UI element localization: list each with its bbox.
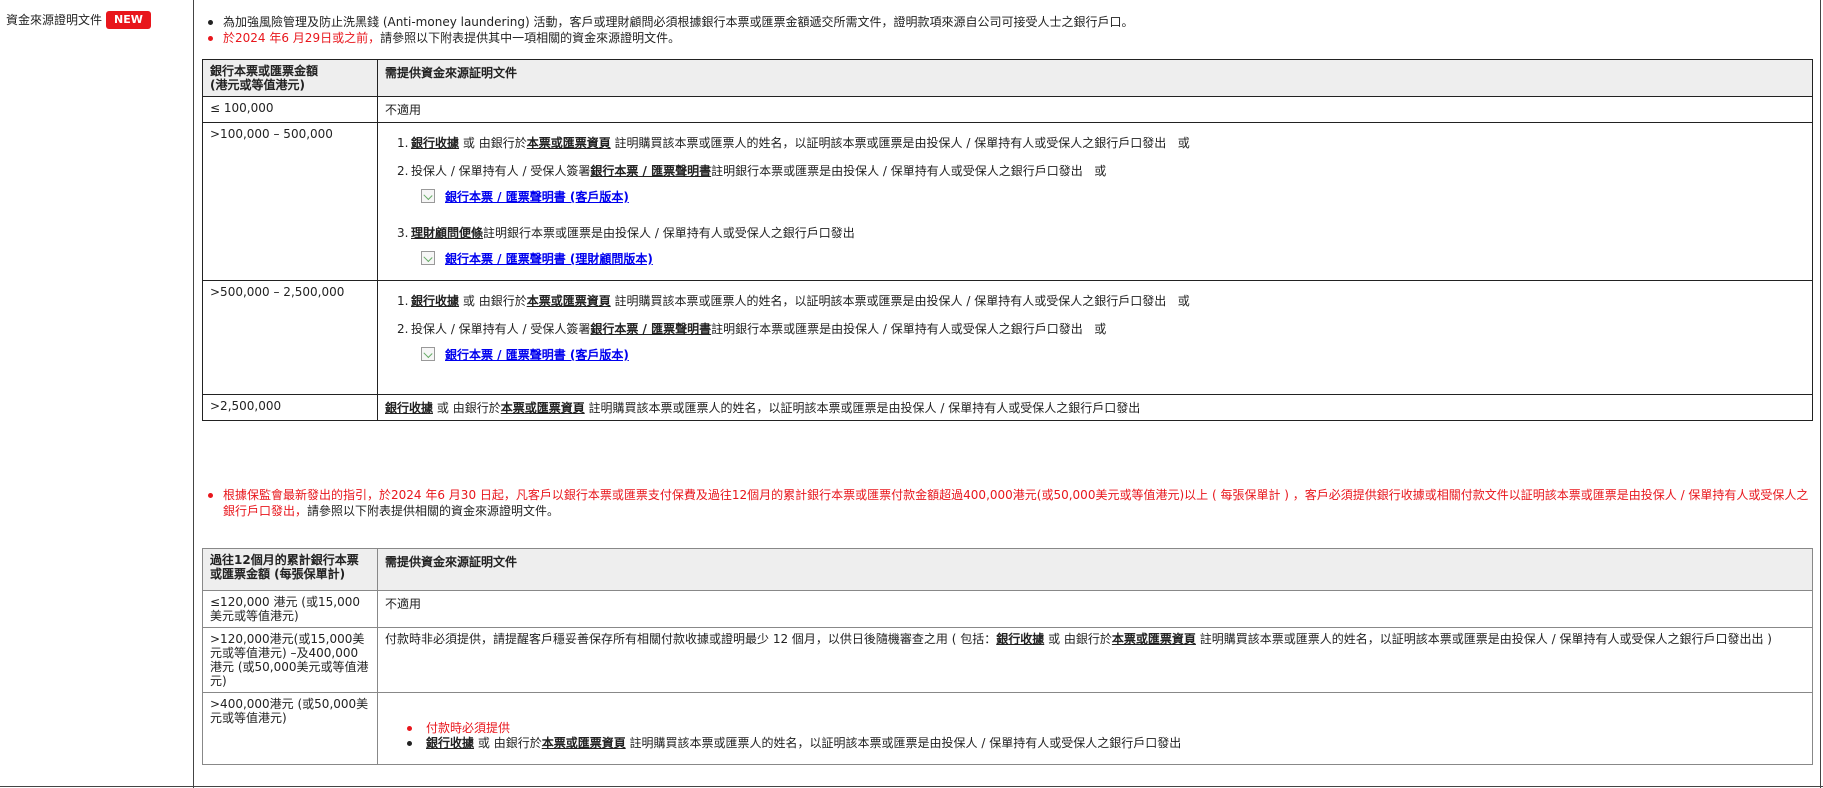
right-border [1820, 0, 1821, 788]
broken-image-icon [421, 251, 435, 265]
amount-cell: >400,000港元 (或50,000美元或等值港元) [202, 692, 378, 765]
doc-cell: 銀行收據 或 由銀行於本票或匯票資頁 註明購買該本票或匯票人的姓名，以証明該本票… [377, 394, 1813, 421]
header-amount: 銀行本票或匯票金額 (港元或等值港元) [202, 59, 378, 97]
step-3: 3. 理財顧問便條註明銀行本票或匯票是由投保人 / 保單持有人或受保人之銀行戶口發… [397, 225, 1805, 267]
table-row: >100,000 – 500,000 1. 銀行收據 或 由銀行於本票或匯票資頁 … [202, 122, 1813, 281]
table-row: ≤ 100,000 不適用 [202, 96, 1813, 123]
amount-cell: ≤120,000 港元 (或15,000美元或等值港元) [202, 590, 378, 628]
broken-image-icon [421, 189, 435, 203]
new-badge: NEW [106, 11, 151, 29]
intro-bullet-deadline: 於2024 年6 月29日或之前，請參照以下附表提供其中一項相關的資金來源證明文… [202, 30, 1812, 46]
doc-steps: 1. 銀行收據 或 由銀行於本票或匯票資頁 註明購買該本票或匯票人的姓名，以証明該… [385, 135, 1805, 267]
row3-bullets: 付款時必須提供 銀行收據 或 由銀行於本票或匯票資頁 註明購買該本票或匯票人的姓… [385, 721, 1805, 751]
bank-receipt-bullet: 銀行收據 或 由銀行於本票或匯票資頁 註明購買該本票或匯票人的姓名，以証明該本票… [403, 736, 1805, 751]
notice-bullets: 根據保監會最新發出的指引，於2024 年6 月30 日起，凡客戶以銀行本票或匯票… [202, 487, 1812, 519]
table-row: >500,000 – 2,500,000 1. 銀行收據 或 由銀行於本票或匯票資… [202, 280, 1813, 395]
intro-bullet-aml: 為加強風險管理及防止洗黑錢 (Anti-money laundering) 活動… [202, 14, 1812, 30]
bottom-border [0, 786, 1823, 787]
section-label: 資金來源證明文件 NEW [6, 11, 151, 29]
notice-bullet: 根據保監會最新發出的指引，於2024 年6 月30 日起，凡客戶以銀行本票或匯票… [202, 487, 1812, 519]
amount-cell: >500,000 – 2,500,000 [202, 280, 378, 395]
table-header-row: 過往12個月的累計銀行本票或匯票金額 (每張保單計) 需提供資金來源証明文件 [202, 548, 1813, 591]
amount-cell: ≤ 100,000 [202, 96, 378, 123]
doc-cell: 1. 銀行收據 或 由銀行於本票或匯票資頁 註明購買該本票或匯票人的姓名，以証明該… [377, 280, 1813, 395]
declaration-advisor-link[interactable]: 銀行本票 / 匯票聲明書 (理財顧問版本) [421, 251, 1805, 267]
amount-cell: >100,000 – 500,000 [202, 122, 378, 281]
table-row: >400,000港元 (或50,000美元或等值港元) 付款時必須提供 銀行收據… [202, 692, 1813, 765]
declaration-client-link[interactable]: 銀行本票 / 匯票聲明書 (客戶版本) [421, 347, 1805, 363]
doc-cell: 1. 銀行收據 或 由銀行於本票或匯票資頁 註明購買該本票或匯票人的姓名，以証明該… [377, 122, 1813, 281]
table-row: >120,000港元(或15,000美元或等值港元) –及400,000 港元 … [202, 627, 1813, 693]
intro-bullets: 為加強風險管理及防止洗黑錢 (Anti-money laundering) 活動… [202, 14, 1812, 46]
header-documents: 需提供資金來源証明文件 [377, 548, 1813, 591]
must-provide-bullet: 付款時必須提供 [403, 721, 1805, 736]
doc-cell: 付款時非必須提供，請提醒客戶穩妥善保存所有相關付款收據或證明最少 12 個月，以… [377, 627, 1813, 693]
broken-image-icon [421, 347, 435, 361]
step-1: 1. 銀行收據 或 由銀行於本票或匯票資頁 註明購買該本票或匯票人的姓名，以証明該… [397, 294, 1190, 308]
cumulative-requirements-table: 過往12個月的累計銀行本票或匯票金額 (每張保單計) 需提供資金來源証明文件 ≤… [202, 548, 1813, 765]
step-2: 2. 投保人 / 保單持有人 / 受保人簽署銀行本票 / 匯票聲明書註明銀行本票或… [397, 163, 1805, 205]
header-documents: 需提供資金來源証明文件 [377, 59, 1813, 97]
declaration-client-link[interactable]: 銀行本票 / 匯票聲明書 (客戶版本) [421, 189, 1805, 205]
doc-cell: 付款時必須提供 銀行收據 或 由銀行於本票或匯票資頁 註明購買該本票或匯票人的姓… [377, 692, 1813, 765]
section-title: 資金來源證明文件 [6, 13, 103, 27]
amount-cell: >2,500,000 [202, 394, 378, 421]
left-label-column: 資金來源證明文件 NEW [0, 0, 194, 788]
table-row: >2,500,000 銀行收據 或 由銀行於本票或匯票資頁 註明購買該本票或匯票… [202, 394, 1813, 421]
table-row: ≤120,000 港元 (或15,000美元或等值港元) 不適用 [202, 590, 1813, 628]
step-1: 1. 銀行收據 或 由銀行於本票或匯票資頁 註明購買該本票或匯票人的姓名，以証明該… [397, 136, 1190, 150]
table-header-row: 銀行本票或匯票金額 (港元或等值港元) 需提供資金來源証明文件 [202, 59, 1813, 97]
doc-cell: 不適用 [377, 590, 1813, 628]
doc-steps: 1. 銀行收據 或 由銀行於本票或匯票資頁 註明購買該本票或匯票人的姓名，以証明該… [385, 293, 1805, 363]
doc-cell: 不適用 [377, 96, 1813, 123]
header-amount: 過往12個月的累計銀行本票或匯票金額 (每張保單計) [202, 548, 378, 591]
step-2: 2. 投保人 / 保單持有人 / 受保人簽署銀行本票 / 匯票聲明書註明銀行本票或… [397, 321, 1805, 363]
amount-cell: >120,000港元(或15,000美元或等值港元) –及400,000 港元 … [202, 627, 378, 693]
amount-requirements-table: 銀行本票或匯票金額 (港元或等值港元) 需提供資金來源証明文件 ≤ 100,00… [202, 59, 1813, 421]
